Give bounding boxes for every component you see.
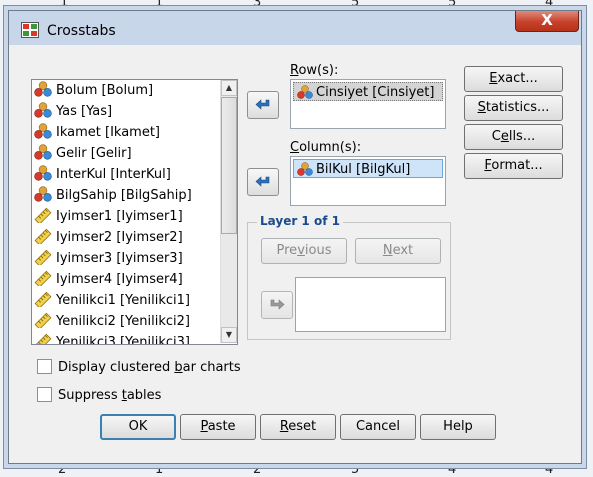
nominal-icon bbox=[34, 102, 52, 118]
columns-list[interactable]: BilKul [BilgKul] bbox=[290, 156, 446, 206]
list-item[interactable]: Yas [Yas] bbox=[34, 102, 112, 122]
list-item[interactable]: Bolum [Bolum] bbox=[34, 81, 153, 101]
list-item[interactable]: BilgSahip [BilgSahip] bbox=[34, 186, 192, 206]
rows-item-label: Cinsiyet [Cinsiyet] bbox=[316, 85, 435, 100]
scroll-thumb[interactable] bbox=[221, 97, 237, 234]
next-layer-button[interactable]: Next bbox=[355, 238, 441, 264]
variable-label: Yenilikci2 [Yenilikci2] bbox=[56, 314, 190, 329]
cell-value: 2 bbox=[58, 462, 67, 477]
arrow-right-icon bbox=[255, 176, 270, 187]
cell-value: 5 bbox=[351, 0, 360, 10]
rows-label: Row(s): bbox=[290, 63, 339, 78]
variable-label: Yas [Yas] bbox=[56, 104, 113, 119]
dialog-title: Crosstabs bbox=[47, 23, 116, 39]
variable-label: InterKul [InterKul] bbox=[56, 167, 171, 182]
nominal-icon bbox=[34, 144, 52, 160]
variable-label: Iyimser3 [Iyimser3] bbox=[56, 251, 183, 266]
close-button[interactable]: X bbox=[515, 11, 579, 32]
list-item[interactable]: Yenilikci2 [Yenilikci2] bbox=[34, 312, 190, 332]
columns-item-label: BilKul [BilgKul] bbox=[316, 162, 411, 177]
scale-icon bbox=[34, 270, 52, 286]
variable-list[interactable]: Bolum [Bolum] Yas [Yas] Ikamet [Ikamet] Gel… bbox=[31, 79, 238, 345]
nominal-icon bbox=[34, 186, 52, 202]
suppress-tables-option[interactable]: Suppress tables bbox=[37, 387, 161, 405]
scale-icon bbox=[34, 228, 52, 244]
list-item[interactable]: Yenilikci3 [Yenilikci3] bbox=[34, 333, 190, 345]
scale-icon bbox=[34, 249, 52, 265]
move-to-rows-button[interactable] bbox=[247, 91, 279, 119]
move-to-columns-button[interactable] bbox=[247, 168, 279, 196]
ok-button[interactable]: OK bbox=[100, 414, 176, 440]
arrow-right-icon bbox=[270, 299, 285, 310]
cell-value: 5 bbox=[351, 462, 360, 477]
list-item[interactable]: Iyimser2 [Iyimser2] bbox=[34, 228, 183, 248]
list-item[interactable]: InterKul [InterKul] bbox=[34, 165, 171, 185]
cell-value: 1 bbox=[155, 0, 164, 10]
exact-button[interactable]: Exact... bbox=[464, 66, 563, 92]
variable-label: Yenilikci1 [Yenilikci1] bbox=[56, 293, 190, 308]
crosstabs-dialog: Crosstabs X Bolum [Bolum] Yas [Yas] Ikamet… bbox=[8, 10, 582, 464]
columns-label: Column(s): bbox=[290, 140, 362, 155]
cell-value: 4 bbox=[545, 0, 554, 10]
list-item[interactable]: Iyimser3 [Iyimser3] bbox=[34, 249, 183, 269]
variable-label: Iyimser2 [Iyimser2] bbox=[56, 230, 183, 245]
reset-button[interactable]: Reset bbox=[260, 414, 336, 440]
layer-title: Layer 1 of 1 bbox=[257, 214, 343, 228]
format-button[interactable]: Format... bbox=[464, 153, 563, 179]
variable-label: Yenilikci3 [Yenilikci3] bbox=[56, 335, 190, 345]
rows-list[interactable]: Cinsiyet [Cinsiyet] bbox=[290, 79, 446, 129]
nominal-icon bbox=[297, 85, 313, 99]
variable-label: BilgSahip [BilgSahip] bbox=[56, 188, 192, 203]
variable-label: Bolum [Bolum] bbox=[56, 83, 154, 98]
arrow-right-icon bbox=[255, 99, 270, 110]
nominal-icon bbox=[34, 123, 52, 139]
cell-value: 1 bbox=[155, 462, 164, 477]
layer-list[interactable] bbox=[295, 277, 446, 332]
variable-label: Iyimser1 [Iyimser1] bbox=[56, 209, 183, 224]
clustered-bar-charts-option[interactable]: Display clustered bar charts bbox=[37, 359, 241, 377]
list-item[interactable]: Iyimser4 [Iyimser4] bbox=[34, 270, 183, 290]
nominal-icon bbox=[34, 81, 52, 97]
cell-value: 1 bbox=[60, 0, 69, 10]
list-item[interactable]: Gelir [Gelir] bbox=[34, 144, 132, 164]
nominal-icon bbox=[34, 165, 52, 181]
scale-icon bbox=[34, 312, 52, 328]
help-button[interactable]: Help bbox=[420, 414, 496, 440]
scroll-down-button[interactable]: ▼ bbox=[221, 327, 237, 343]
cells-button[interactable]: Cells... bbox=[464, 124, 563, 150]
variable-label: Iyimser4 [Iyimser4] bbox=[56, 272, 183, 287]
move-to-layer-button[interactable] bbox=[261, 291, 293, 319]
cell-value: 4 bbox=[448, 462, 457, 477]
clustered-bar-charts-checkbox[interactable] bbox=[37, 359, 52, 374]
cell-value: 5 bbox=[448, 0, 457, 10]
previous-layer-button[interactable]: Previous bbox=[261, 238, 347, 264]
cancel-button[interactable]: Cancel bbox=[340, 414, 416, 440]
variable-label: Ikamet [Ikamet] bbox=[56, 125, 160, 140]
columns-item[interactable]: BilKul [BilgKul] bbox=[293, 159, 443, 178]
scale-icon bbox=[34, 291, 52, 307]
list-item[interactable]: Iyimser1 [Iyimser1] bbox=[34, 207, 183, 227]
variable-list-scrollbar[interactable]: ▲ ▼ bbox=[220, 80, 237, 343]
list-item[interactable]: Yenilikci1 [Yenilikci1] bbox=[34, 291, 190, 311]
crosstabs-app-icon bbox=[21, 22, 39, 38]
paste-button[interactable]: Paste bbox=[180, 414, 256, 440]
suppress-tables-checkbox[interactable] bbox=[37, 387, 52, 402]
cell-value: 4 bbox=[545, 462, 554, 477]
statistics-button[interactable]: Statistics... bbox=[464, 95, 563, 121]
cell-value: 2 bbox=[253, 462, 262, 477]
scale-icon bbox=[34, 207, 52, 223]
scroll-up-button[interactable]: ▲ bbox=[221, 80, 237, 96]
nominal-icon bbox=[297, 162, 313, 176]
scale-icon bbox=[36, 333, 52, 344]
cell-value: 3 bbox=[253, 0, 262, 10]
title-bar[interactable]: Crosstabs X bbox=[9, 11, 581, 45]
rows-item[interactable]: Cinsiyet [Cinsiyet] bbox=[293, 82, 443, 101]
variable-label: Gelir [Gelir] bbox=[56, 146, 132, 161]
list-item[interactable]: Ikamet [Ikamet] bbox=[34, 123, 160, 143]
